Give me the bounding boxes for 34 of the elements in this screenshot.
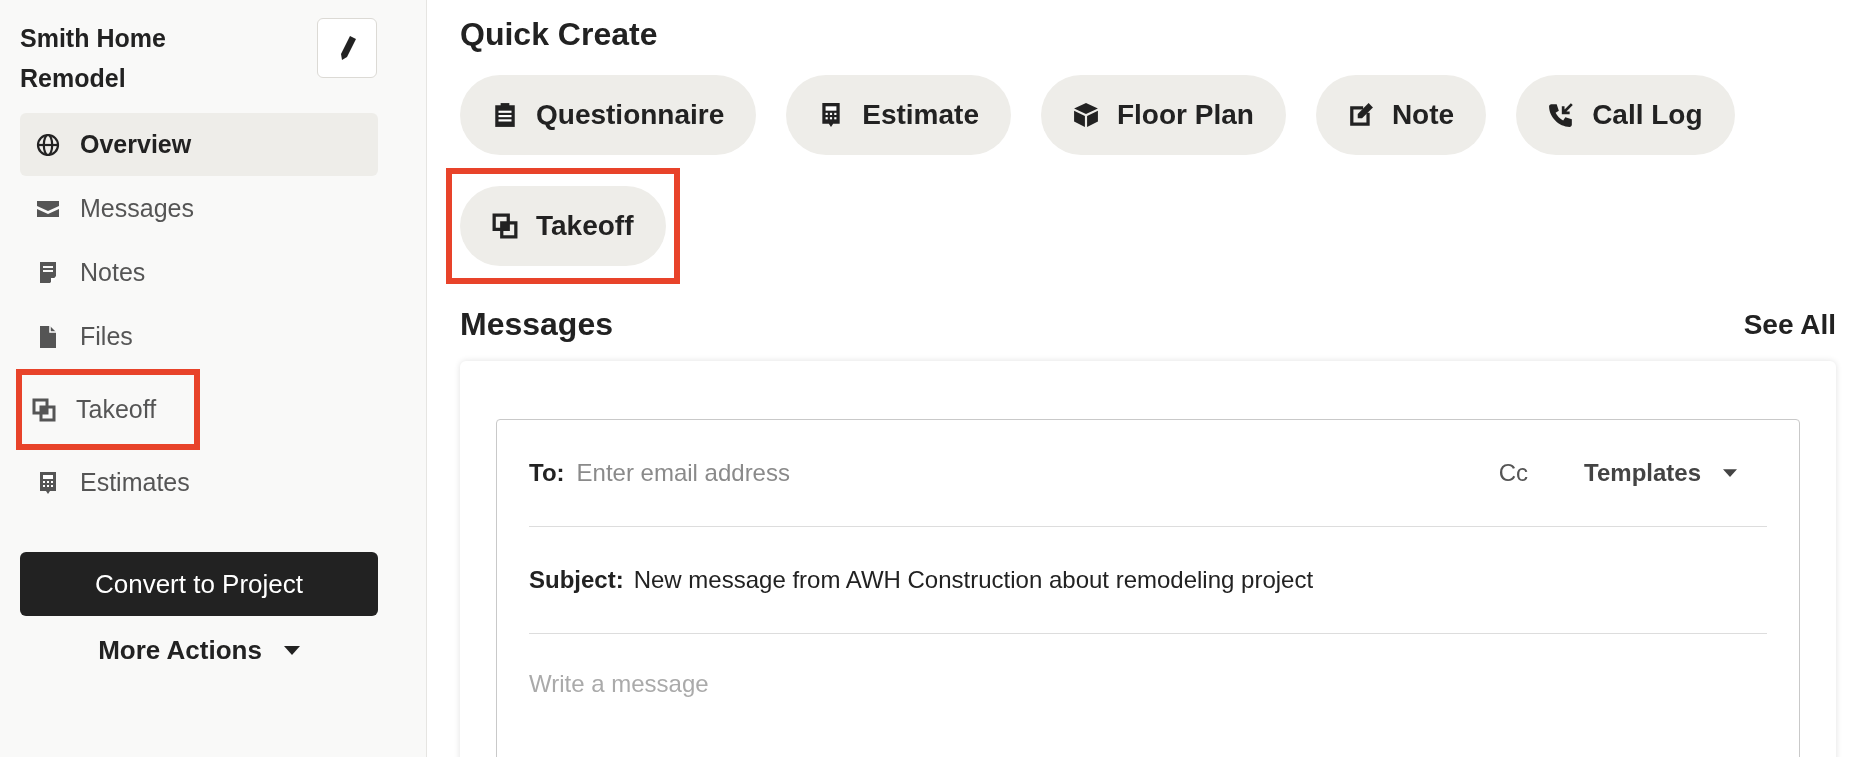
phone-icon [1548,102,1575,128]
quick-create-button[interactable]: Takeoff [460,186,666,266]
quick-create-button[interactable]: Floor Plan [1041,75,1286,155]
caret-icon [1723,468,1737,478]
more-actions-button[interactable]: More Actions [20,634,378,667]
templates-dropdown[interactable]: Templates [1578,458,1743,488]
clipboard-icon [492,102,518,128]
edit-icon [1347,102,1374,128]
caret-icon [283,645,300,656]
convert-button[interactable]: Convert to Project [20,552,378,616]
nav-item[interactable]: Files [20,305,378,368]
see-all-link[interactable]: See All [1743,308,1836,341]
nav-item[interactable]: Takeoff [22,378,173,441]
overlapping-squares-icon [492,213,518,239]
section-title: Quick Create [460,16,659,53]
nav-item[interactable]: Estimates [20,451,378,514]
section-title: Messages [460,306,613,343]
quick-create-button[interactable]: Estimate [786,75,1011,155]
nav-item[interactable]: Messages [20,177,378,240]
quick-create-button[interactable]: Note [1315,75,1487,155]
overlapping-squares-icon [32,397,56,422]
quick-create-button[interactable]: Call Log [1516,75,1735,155]
subject-label: Subject: [529,566,624,594]
cube-icon [1073,102,1099,128]
to-label: To: [529,459,565,487]
nav-item[interactable]: Overview [20,113,378,176]
cc-link[interactable]: Cc [1498,459,1529,487]
globe-icon [36,132,60,157]
edit-button[interactable] [317,18,377,78]
subject-text: New message from AWH Construction about remodeling project [633,566,1314,594]
email-field[interactable]: Enter email address [574,458,1489,488]
quick-create-button[interactable]: Questionnaire [460,75,757,155]
project-title: Smith Home Remodel [20,23,167,94]
nav-item[interactable]: Notes [20,241,378,304]
